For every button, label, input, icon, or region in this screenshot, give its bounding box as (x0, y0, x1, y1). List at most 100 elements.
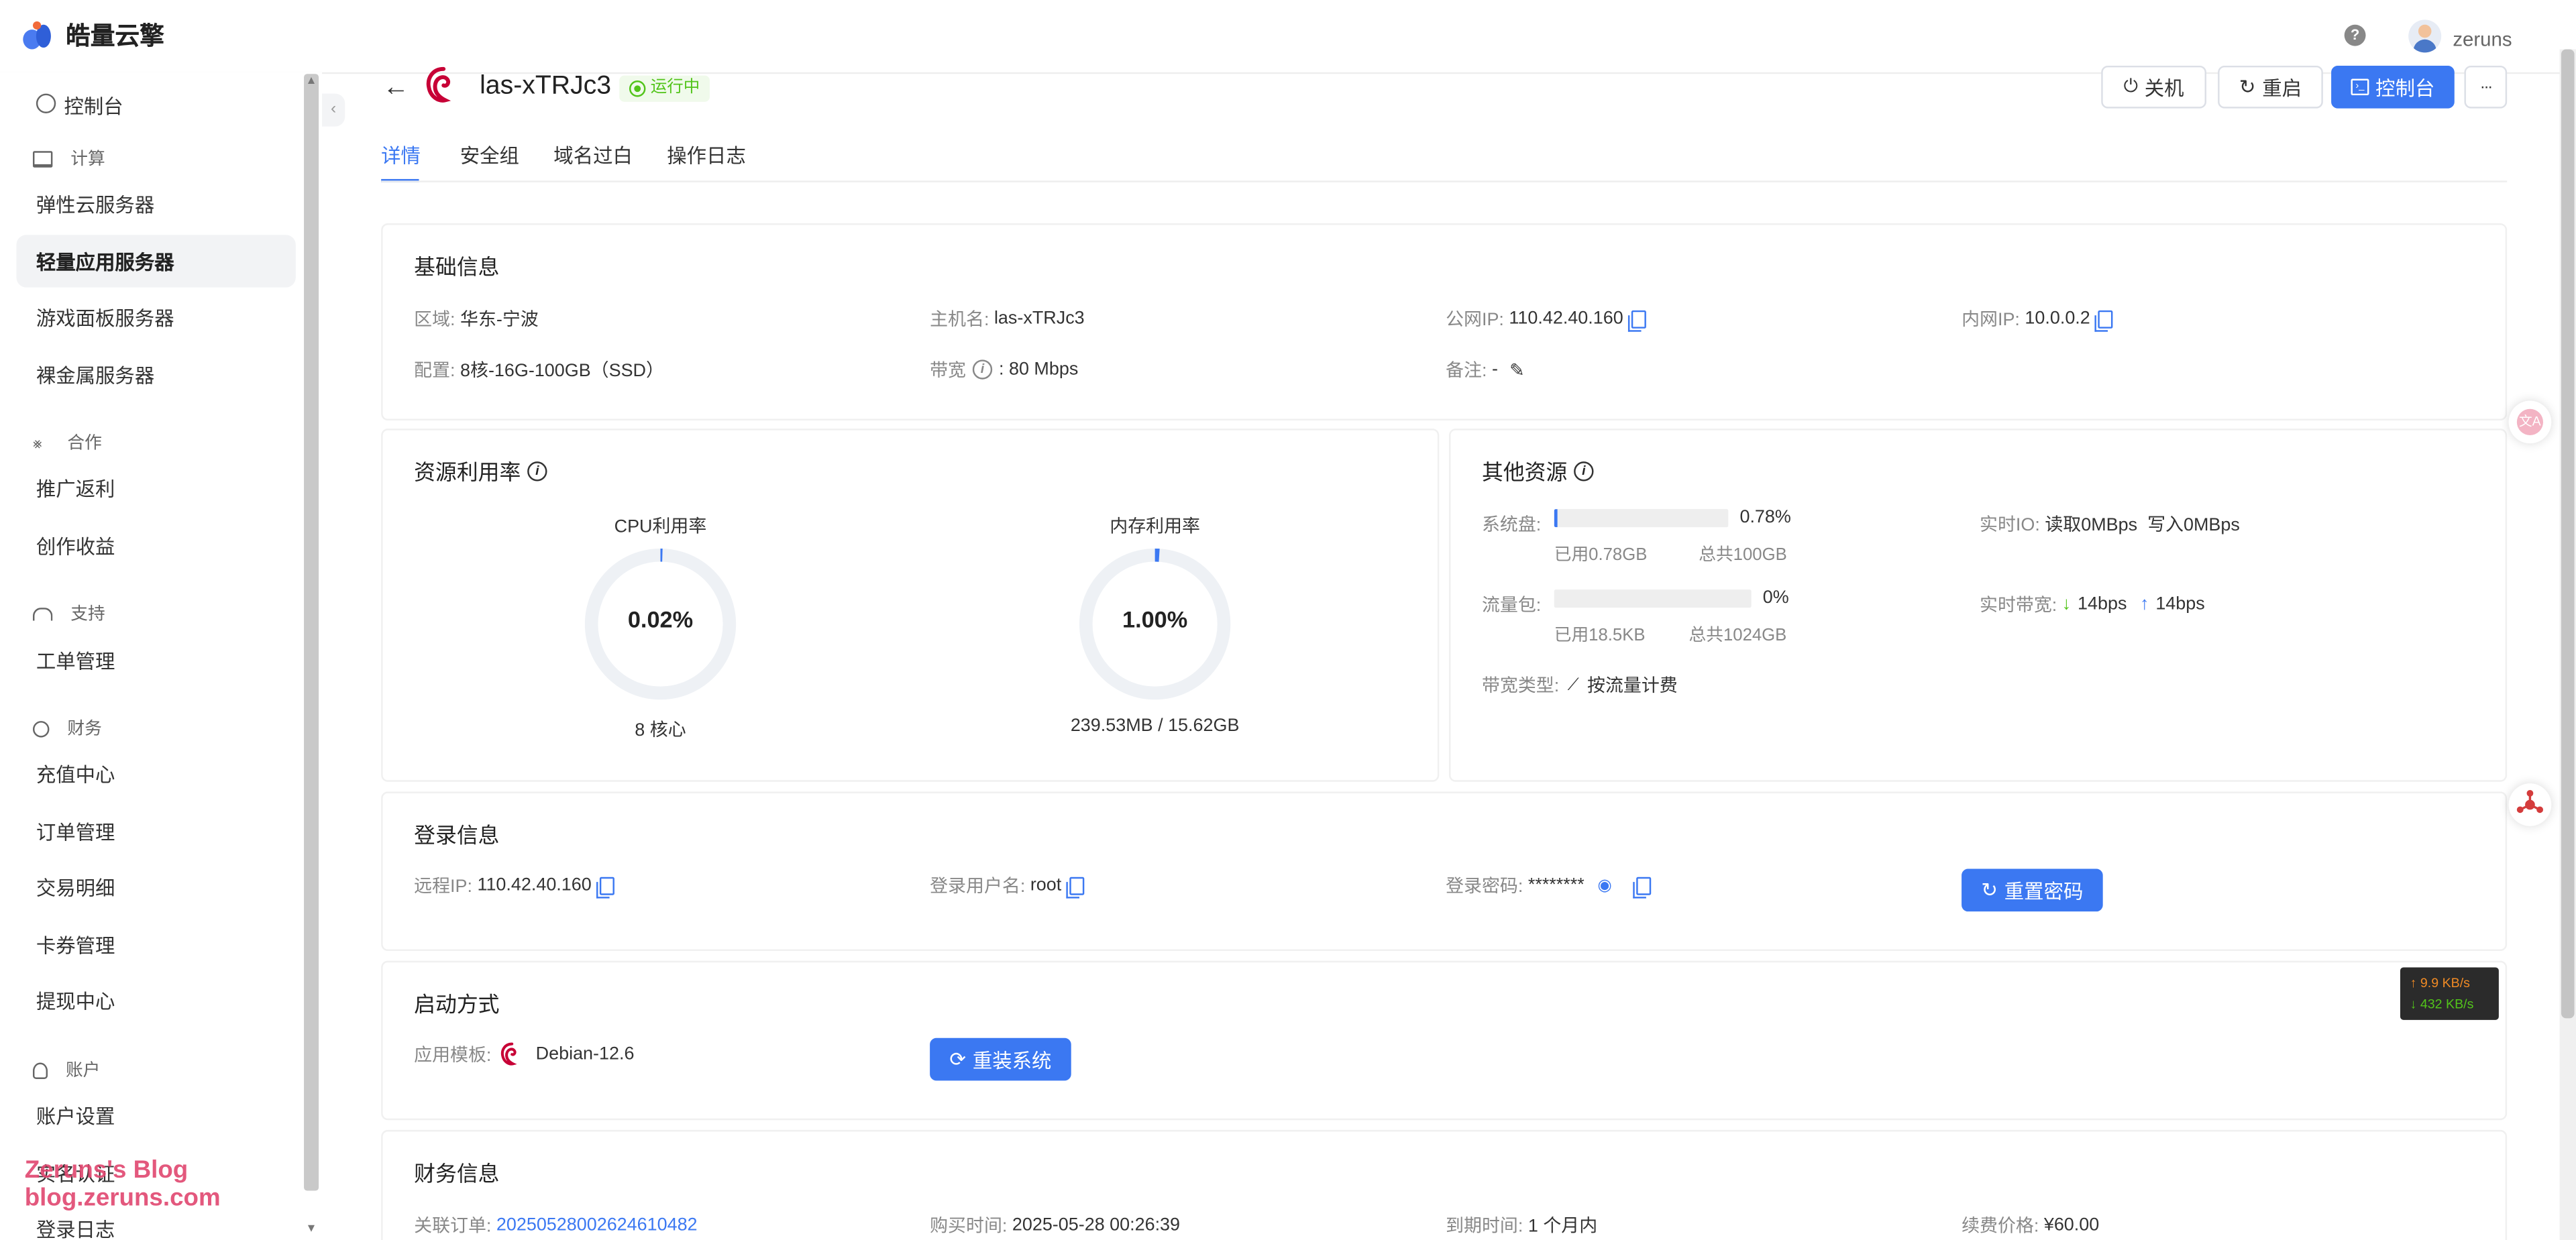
more-button[interactable]: ··· (2464, 65, 2508, 109)
sidebar-scrollbar[interactable] (304, 74, 319, 1191)
edit-icon[interactable]: ✎ (1509, 359, 1525, 380)
page-scrollbar[interactable] (2559, 49, 2576, 1240)
sidebar-item-tickets[interactable]: 工单管理 (16, 634, 295, 686)
sidebar-item-coupons[interactable]: 卡券管理 (16, 918, 295, 970)
memory-detail: 239.53MB / 15.62GB (1070, 716, 1240, 736)
headset-icon (32, 606, 53, 620)
back-arrow-icon[interactable]: ← (383, 74, 409, 103)
sidebar-item-withdraw[interactable]: 提现中心 (16, 974, 295, 1026)
sidebar-item-lightweight[interactable]: 轻量应用服务器 (16, 235, 296, 288)
bandwidth-row: 带宽 i: 80 Mbps (930, 359, 1079, 382)
card-title: 启动方式 (414, 992, 500, 1017)
info-icon[interactable]: i (1574, 460, 1594, 481)
info-icon[interactable]: i (527, 460, 547, 481)
login-info-card: 登录信息 远程IP: 110.42.40.160 登录用户名: root 登录密… (381, 791, 2508, 951)
username[interactable]: zeruns (2453, 28, 2512, 51)
ai-assistant-icon[interactable] (2508, 783, 2552, 826)
user-icon (32, 1062, 48, 1078)
watermark: Zeruns's Blog blog.zeruns.com (24, 1156, 221, 1213)
copy-icon[interactable] (1066, 876, 1085, 898)
tab-domain-whitelist[interactable]: 域名过白 (553, 142, 633, 170)
running-icon (629, 80, 646, 97)
scroll-down-icon[interactable]: ▼ (306, 1223, 317, 1235)
translate-icon[interactable]: 文A (2508, 400, 2552, 444)
upload-speed: ↑ 9.9 KB/s (2410, 975, 2470, 991)
avatar[interactable] (2408, 19, 2442, 53)
sidebar-item-orders[interactable]: 订单管理 (16, 805, 295, 857)
sidebar-item-ecs[interactable]: 弹性云服务器 (16, 177, 295, 229)
memory-label: 内存利用率 (1110, 517, 1200, 537)
resource-usage-card: 资源利用率 i CPU利用率 0.02% 8 核心 内存利用率 1.00% 23… (381, 429, 1440, 782)
app-template-row: 应用模板: Debian-12.6 (414, 1041, 634, 1068)
sidebar-item-recharge[interactable]: 充值中心 (16, 747, 295, 799)
tab-operation-log[interactable]: 操作日志 (667, 142, 746, 170)
region-row: 区域: 华东-宁波 (414, 310, 539, 331)
line-chart-icon: ⟋ (1567, 675, 1579, 694)
disk-usage-bar (1554, 509, 1729, 528)
more-icon: ··· (2479, 78, 2493, 97)
app-logo[interactable]: 皓量云擎 (23, 18, 164, 52)
card-title: 登录信息 (414, 822, 500, 848)
power-icon: ⏻ (2123, 76, 2138, 97)
login-user-row: 登录用户名: root (930, 872, 1085, 898)
arrow-up-icon: ↑ (2140, 594, 2149, 614)
disk-total: 总共100GB (1699, 545, 1787, 565)
other-resources-card: 其他资源 i 系统盘: 0.78% 已用0.78GB 总共100GB 流量包: … (1449, 429, 2508, 782)
restart-button[interactable]: ↻ 重启 (2218, 65, 2323, 109)
private-ip-row: 内网IP: 10.0.0.2 (1962, 306, 2114, 332)
sidebar-item-account-settings[interactable]: 账户设置 (16, 1089, 295, 1141)
console-button[interactable]: ›_ 控制台 (2331, 65, 2455, 109)
sync-icon: ⟳ (949, 1048, 967, 1071)
dashboard-icon (36, 93, 56, 113)
handshake-icon: ⨳ (32, 434, 42, 451)
sidebar-item-bare-metal[interactable]: 裸金属服务器 (16, 348, 295, 400)
sidebar-item-transactions[interactable]: 交易明细 (16, 860, 295, 913)
sidebar-group-partner: ⨳ 合作 (32, 433, 102, 453)
traffic-percent: 0% (1762, 587, 1789, 608)
instance-name: las-xTRJc3 (480, 72, 612, 101)
tab-security-group[interactable]: 安全组 (460, 142, 519, 170)
coin-icon (32, 720, 50, 737)
config-row: 配置: 8核-16G-100GB（SSD） (414, 361, 664, 382)
public-ip-row: 公网IP: 110.42.40.160 (1446, 306, 1646, 332)
order-link[interactable]: 20250528002624610482 (496, 1215, 698, 1235)
disk-used: 已用0.78GB (1554, 545, 1648, 565)
info-icon[interactable]: i (972, 359, 993, 380)
app-window: 皓量云擎 ? zeruns 控制台 计算 弹性云服务器 轻量应用服务器 游戏面板… (0, 0, 2576, 1240)
realtime-io-row: 实时IO: 读取0MBps 写入0MBps (1980, 515, 2240, 536)
eye-hidden-icon[interactable]: ◉ (1597, 877, 1611, 895)
basic-info-card: 基础信息 区域: 华东-宁波 主机名: las-xTRJc3 公网IP: 110… (381, 223, 2508, 420)
copy-icon[interactable] (596, 876, 615, 898)
reinstall-system-button[interactable]: ⟳ 重装系统 (930, 1037, 1071, 1081)
note-row: 备注: - ✎ (1446, 359, 1525, 382)
sidebar-item-referral[interactable]: 推广返利 (16, 461, 295, 514)
sidebar-item-creator-income[interactable]: 创作收益 (16, 519, 295, 571)
card-title: 基础信息 (414, 254, 500, 280)
shutdown-button[interactable]: ⏻ 关机 (2101, 65, 2206, 109)
sidebar-item-game-panel[interactable]: 游戏面板服务器 (16, 290, 295, 343)
copy-icon[interactable] (1628, 309, 1646, 331)
scroll-up-icon[interactable]: ▲ (306, 76, 317, 87)
collapse-sidebar-button[interactable]: ‹ (322, 93, 345, 127)
renew-price-row: 续费价格: ¥60.00 (1962, 1215, 2100, 1237)
main-content: ← las-xTRJc3 运行中 ⏻ 关机 ↻ 重启 ›_ 控制台 ··· 详情… (345, 65, 2559, 1240)
top-bar: 皓量云擎 ? zeruns (0, 0, 2576, 74)
card-title: 财务信息 (414, 1161, 500, 1186)
reset-password-button[interactable]: ↻ 重置密码 (1962, 868, 2103, 912)
memory-value: 1.00% (1122, 606, 1188, 632)
tabs-divider (381, 180, 2508, 182)
purchase-time-row: 购买时间: 2025-05-28 00:26:39 (930, 1215, 1181, 1237)
tab-details[interactable]: 详情 (381, 142, 421, 170)
bandwidth-type-row: 带宽类型: ⟋ 按流量计费 (1481, 675, 1678, 697)
help-icon[interactable]: ? (2344, 24, 2366, 46)
terminal-icon: ›_ (2351, 78, 2369, 96)
disk-label: 系统盘: (1481, 515, 1542, 536)
copy-icon[interactable] (1633, 876, 1652, 898)
sidebar-group-finance: 财务 (32, 716, 102, 741)
sidebar-item-console[interactable]: 控制台 (16, 79, 295, 131)
sidebar-group-account: 账户 (32, 1058, 100, 1082)
debian-logo-icon (426, 66, 451, 103)
refresh-icon: ↻ (2239, 75, 2256, 99)
copy-icon[interactable] (2095, 309, 2114, 331)
remote-ip-row: 远程IP: 110.42.40.160 (414, 872, 615, 898)
